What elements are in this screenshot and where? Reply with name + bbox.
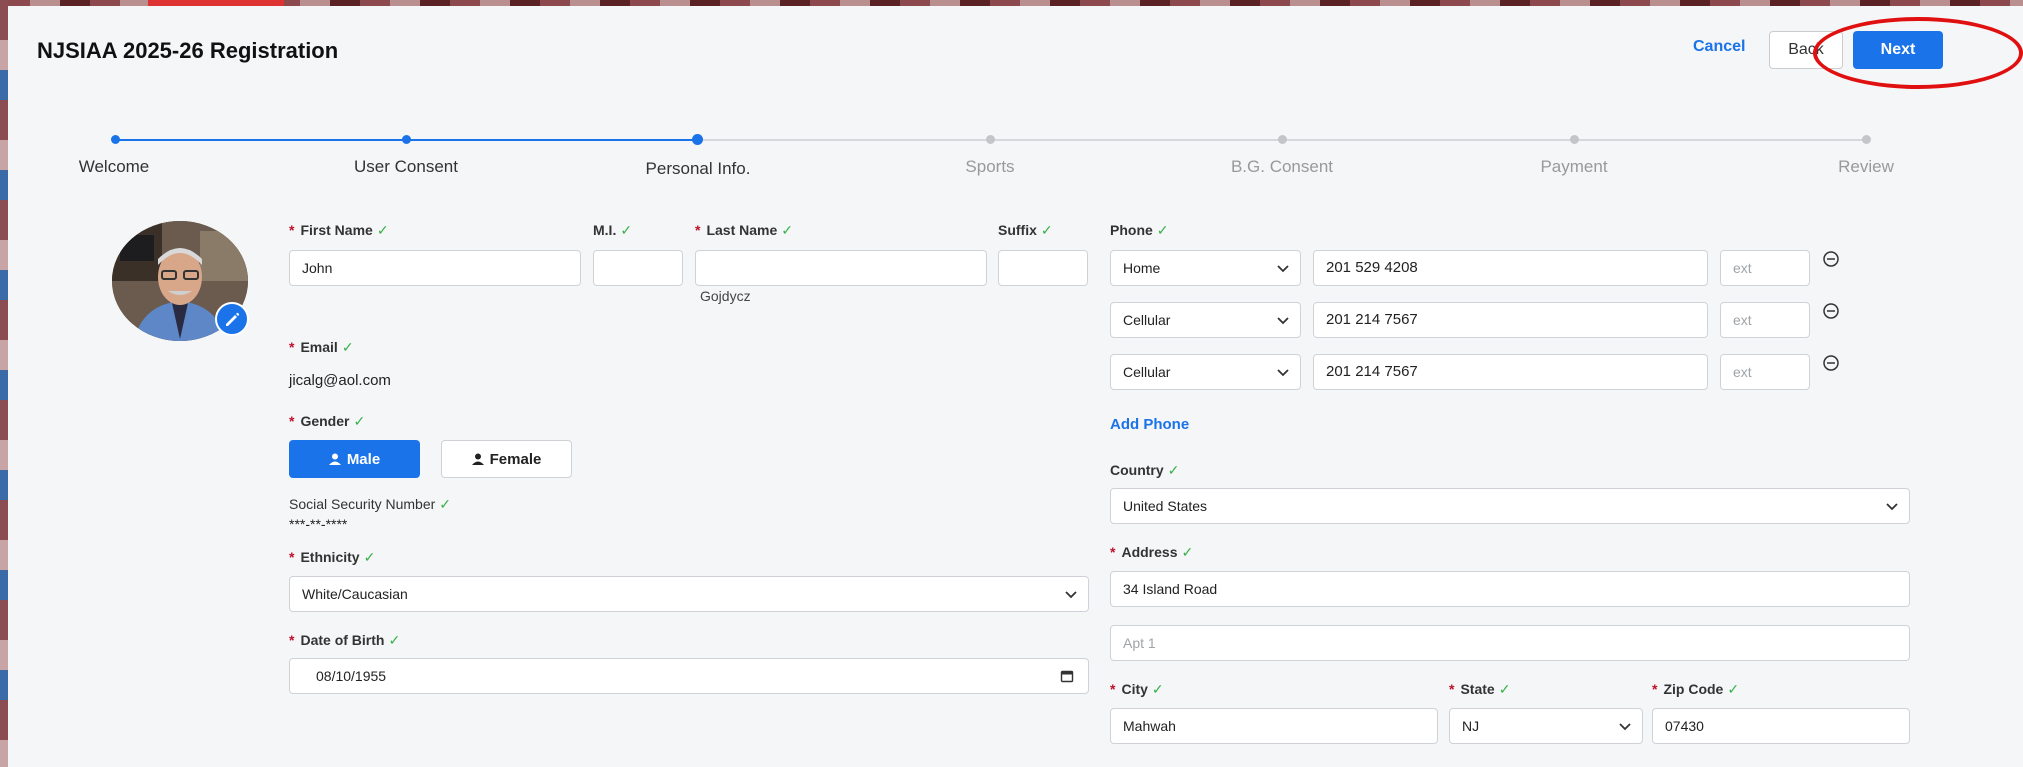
ethnicity-value: White/Caucasian	[302, 586, 408, 602]
phone-type-select[interactable]: Cellular	[1110, 354, 1301, 390]
chevron-down-icon	[1277, 265, 1289, 273]
phone-ext-input[interactable]: ext	[1720, 354, 1810, 390]
ssn-value: ***-**-****	[289, 516, 348, 532]
cancel-button[interactable]: Cancel	[1693, 38, 1745, 56]
zip-label: * Zip Code ✓	[1652, 681, 1740, 697]
last-name-label: * Last Name ✓	[695, 222, 793, 238]
step-user-consent[interactable]: User Consent	[354, 157, 458, 177]
registration-panel: NJSIAA 2025-26 Registration Cancel Back …	[8, 6, 2023, 767]
gender-female-label: Female	[489, 450, 542, 468]
step-personal-info[interactable]: Personal Info.	[646, 159, 751, 179]
last-name-value: Gojdycz	[700, 288, 751, 304]
country-select[interactable]: United States	[1110, 488, 1910, 524]
first-name-label: * First Name ✓	[289, 222, 389, 238]
mi-label: M.I. ✓	[593, 222, 633, 238]
phone-number-input[interactable]: 201 529 4208	[1313, 250, 1708, 286]
chevron-down-icon	[1277, 317, 1289, 325]
address-label: * Address ✓	[1110, 544, 1194, 560]
chevron-down-icon	[1619, 723, 1631, 731]
dob-value: 08/10/1955	[316, 668, 387, 684]
dob-label: * Date of Birth ✓	[289, 632, 401, 648]
email-label: * Email ✓	[289, 339, 354, 355]
suffix-input[interactable]	[998, 250, 1088, 286]
calendar-icon[interactable]	[1060, 669, 1074, 683]
step-bg-consent: B.G. Consent	[1230, 157, 1334, 176]
email-value: jicalg@aol.com	[289, 372, 391, 389]
remove-circle-icon[interactable]	[1822, 354, 1840, 372]
phone-type-value: Cellular	[1123, 364, 1171, 380]
progress-stepper: Welcome User Consent Personal Info. Spor…	[8, 124, 2023, 184]
person-icon	[471, 453, 484, 465]
step-dot-personal-info	[692, 134, 703, 145]
phone-ext-input[interactable]: ext	[1720, 250, 1810, 286]
country-value: United States	[1123, 498, 1208, 514]
state-label: * State ✓	[1449, 681, 1511, 697]
step-payment: Payment	[1540, 157, 1608, 176]
phone-type-select[interactable]: Cellular	[1110, 302, 1301, 338]
country-label: Country ✓	[1110, 462, 1180, 478]
ethnicity-select[interactable]: White/Caucasian	[289, 576, 1089, 612]
phone-number-input[interactable]: 201 214 7567	[1313, 354, 1708, 390]
step-dot-user-consent	[402, 135, 411, 144]
step-dot-review	[1862, 135, 1871, 144]
stepper-line	[406, 139, 698, 141]
phone-ext-input[interactable]: ext	[1720, 302, 1810, 338]
background-left-strip	[0, 0, 8, 767]
step-dot-payment	[1570, 135, 1579, 144]
first-name-input[interactable]: John	[289, 250, 581, 286]
gender-label: * Gender ✓	[289, 413, 366, 429]
gender-male-button[interactable]: Male	[289, 440, 420, 478]
city-label: * City ✓	[1110, 681, 1164, 697]
step-dot-sports	[986, 135, 995, 144]
chevron-down-icon	[1886, 503, 1898, 511]
last-name-input[interactable]	[695, 250, 987, 286]
gender-female-button[interactable]: Female	[441, 440, 572, 478]
pencil-icon	[226, 312, 240, 326]
phone-type-value: Cellular	[1123, 312, 1171, 328]
phone-type-value: Home	[1123, 260, 1161, 276]
next-button[interactable]: Next	[1853, 31, 1943, 69]
state-value: NJ	[1462, 718, 1480, 734]
step-dot-welcome	[111, 135, 120, 144]
chevron-down-icon	[1277, 369, 1289, 377]
phone-label: Phone ✓	[1110, 222, 1169, 238]
person-icon	[328, 453, 341, 465]
step-review: Review	[1838, 157, 1894, 176]
remove-circle-icon[interactable]	[1822, 250, 1840, 268]
add-phone-button[interactable]: Add Phone	[1110, 416, 1189, 433]
edit-photo-button[interactable]	[215, 302, 249, 336]
step-dot-bg-consent	[1278, 135, 1287, 144]
phone-type-select[interactable]: Home	[1110, 250, 1301, 286]
back-button[interactable]: Back	[1769, 31, 1843, 69]
zip-input[interactable]: 07430	[1652, 708, 1910, 744]
address-line1-input[interactable]: 34 Island Road	[1110, 571, 1910, 607]
city-input[interactable]: Mahwah	[1110, 708, 1438, 744]
chevron-down-icon	[1065, 591, 1077, 599]
remove-circle-icon[interactable]	[1822, 302, 1840, 320]
step-sports: Sports	[965, 157, 1015, 176]
step-welcome[interactable]: Welcome	[79, 157, 150, 177]
header: NJSIAA 2025-26 Registration Cancel Back …	[8, 6, 2023, 94]
state-select[interactable]: NJ	[1449, 708, 1643, 744]
dob-input[interactable]: 08/10/1955	[289, 658, 1089, 694]
address-line2-input[interactable]: Apt 1	[1110, 625, 1910, 661]
page-title: NJSIAA 2025-26 Registration	[37, 38, 339, 63]
ethnicity-label: * Ethnicity ✓	[289, 549, 376, 565]
suffix-label: Suffix ✓	[998, 222, 1053, 238]
ssn-label: Social Security Number ✓	[289, 496, 452, 512]
gender-male-label: Male	[346, 450, 381, 468]
mi-input[interactable]	[593, 250, 683, 286]
stepper-line	[115, 139, 406, 141]
phone-number-input[interactable]: 201 214 7567	[1313, 302, 1708, 338]
